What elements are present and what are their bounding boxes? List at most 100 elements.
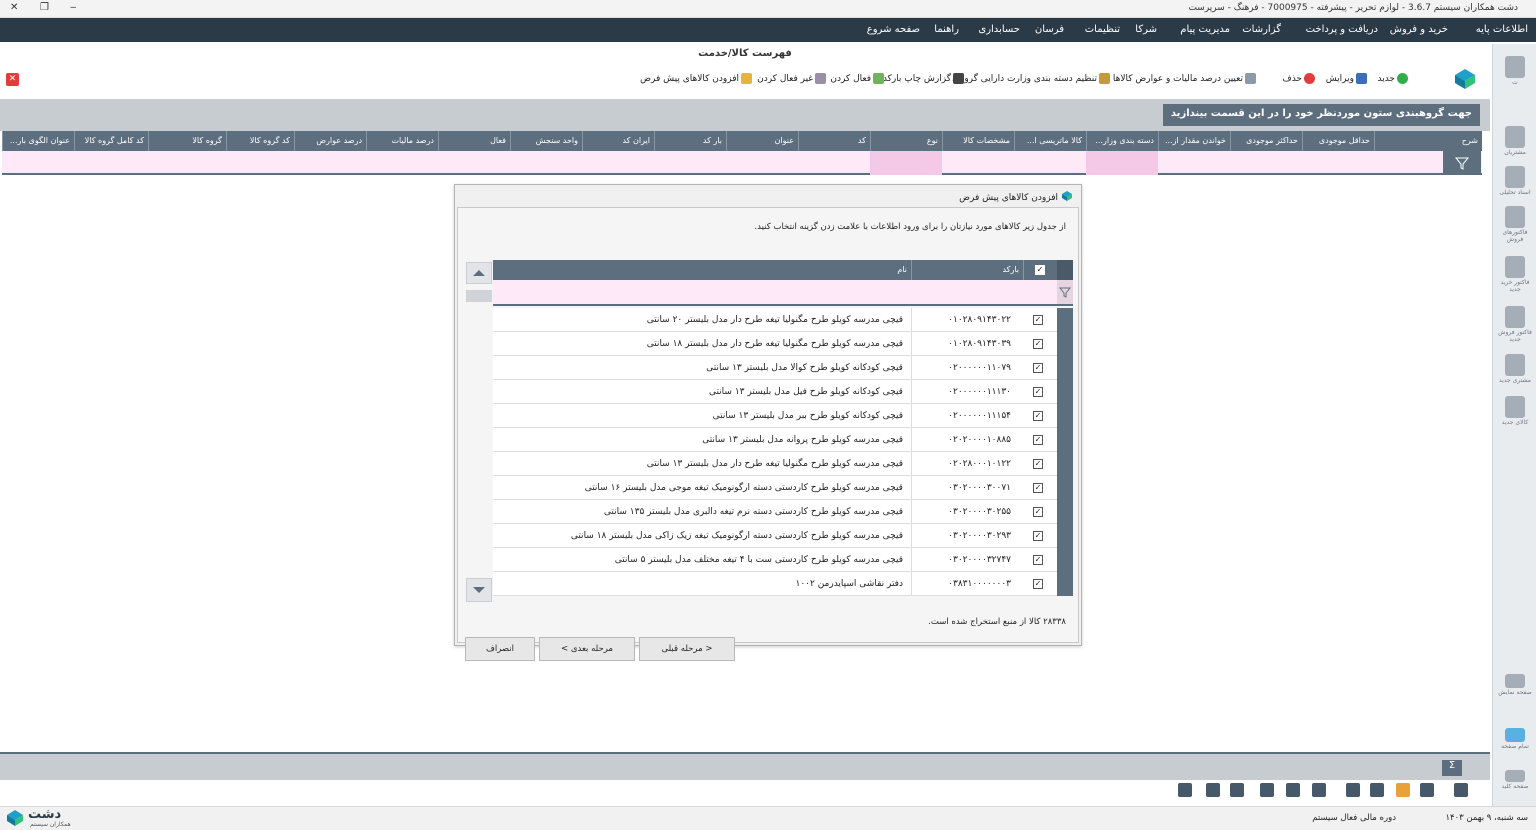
shortcut-fullscreen[interactable]: تمام صفحه <box>1497 728 1533 750</box>
delete-button[interactable]: حذف <box>1282 73 1315 84</box>
sum-tool-icon[interactable] <box>1346 783 1360 797</box>
col-max-stock[interactable]: حداکثر موجودی <box>1230 131 1302 151</box>
row-checkbox[interactable]: ✓ <box>1033 507 1043 517</box>
scroll-up-button[interactable] <box>466 262 492 284</box>
col-specs[interactable]: مشخصات کالا <box>942 131 1014 151</box>
list-item[interactable]: ✓ ۰۳۰۲۰۰۰۰۳۰۲۹۳ قیچی مدرسه کویلو طرح کاردس… <box>493 524 1073 548</box>
col-ministry-cat[interactable]: دسته بندی وزار... <box>1086 131 1158 151</box>
edit-button[interactable]: ویرایش <box>1326 73 1367 84</box>
col-min-stock[interactable]: حداقل موجودی <box>1302 131 1374 151</box>
scroll-thumb[interactable] <box>466 290 492 302</box>
shortcut-new-good[interactable]: کالای جدید <box>1497 396 1533 426</box>
export-icon[interactable] <box>1178 783 1192 797</box>
restore-window-icon[interactable]: ❐ <box>40 2 49 13</box>
fit-columns-icon[interactable] <box>1260 783 1274 797</box>
menu-help[interactable]: راهنما <box>934 24 959 35</box>
sum-icon[interactable]: Σ <box>1442 760 1462 776</box>
col-tax-percent[interactable]: درصد مالیات <box>366 131 438 151</box>
menu-receive-pay[interactable]: دریافت و پرداخت <box>1306 24 1378 35</box>
new-button[interactable]: جدید <box>1377 73 1408 84</box>
list-item[interactable]: ✓ ۰۱۰۲۸۰۹۱۴۳۰۳۹ قیچی مدرسه کویلو طرح مگنول… <box>493 332 1073 356</box>
filter-tool-icon[interactable] <box>1396 783 1410 797</box>
shortcut-customers[interactable]: مشتریان <box>1497 126 1533 156</box>
menu-buy-sell[interactable]: خرید و فروش <box>1390 24 1448 35</box>
ministry-category-button[interactable]: تنظیم دسته بندی وزارت دارایی گروهی <box>952 73 1110 84</box>
col-unit[interactable]: واحد سنجش <box>510 131 582 151</box>
row-checkbox[interactable]: ✓ <box>1033 483 1043 493</box>
menu-start-page[interactable]: صفحه شروع <box>867 24 920 35</box>
row-checkbox[interactable]: ✓ <box>1033 363 1043 373</box>
col-group[interactable]: گروه کالا <box>148 131 226 151</box>
deactivate-button[interactable]: غیر فعال کردن <box>757 73 826 84</box>
close-tab-icon[interactable]: ✕ <box>6 73 19 86</box>
col-duty-percent[interactable]: درصد عوارض <box>294 131 366 151</box>
grid-filter-row[interactable] <box>2 151 1482 175</box>
shortcut-analytics[interactable]: اسناد تحلیلی <box>1497 166 1533 196</box>
menu-accounting[interactable]: حسابداری <box>978 24 1020 35</box>
row-checkbox[interactable]: ✓ <box>1033 411 1043 421</box>
copy-icon[interactable] <box>1420 783 1434 797</box>
list-item[interactable]: ✓ ۰۳۰۲۰۰۰۰۳۰۲۵۵ قیچی مدرسه کویلو طرح کاردس… <box>493 500 1073 524</box>
grid-view-icon[interactable] <box>1370 783 1384 797</box>
menu-farsan[interactable]: فرسان <box>1035 24 1064 35</box>
col-code[interactable]: کد <box>798 131 870 151</box>
list-item[interactable]: ✓ ۰۲۰۲۰۰۰۰۱۰۸۸۵ قیچی مدرسه کویلو طرح پروان… <box>493 428 1073 452</box>
menu-reports[interactable]: گزارشات <box>1242 24 1281 35</box>
columns-icon[interactable] <box>1286 783 1300 797</box>
save-icon[interactable] <box>1230 783 1244 797</box>
refresh-icon[interactable] <box>1454 783 1468 797</box>
shortcut-new-sale[interactable]: فاکتور فروش جدید <box>1497 306 1533 343</box>
col-description[interactable]: شرح <box>1374 131 1482 151</box>
col-irancode[interactable]: ایران کد <box>582 131 654 151</box>
col-title[interactable]: عنوان <box>726 131 798 151</box>
col-barcode-pattern[interactable]: عنوان الگوی بار... <box>2 131 74 151</box>
shortcut-top[interactable]: ت <box>1497 56 1533 86</box>
list-item[interactable]: ✓ ۰۳۰۲۰۰۰۰۳۲۷۴۷ قیچی مدرسه کویلو طرح کاردس… <box>493 548 1073 572</box>
print-icon[interactable] <box>1206 783 1220 797</box>
list-item[interactable]: ✓ ۰۲۰۲۸۰۰۰۱۰۱۲۲ قیچی مدرسه کویلو طرح مگنول… <box>493 452 1073 476</box>
col-matrix[interactable]: کالا ماتریسی ا... <box>1014 131 1086 151</box>
row-checkbox[interactable]: ✓ <box>1033 555 1043 565</box>
col-type[interactable]: نوع <box>870 131 942 151</box>
col-full-group-code[interactable]: کد کامل گروه کالا <box>74 131 148 151</box>
scroll-down-button[interactable] <box>466 578 492 602</box>
minimize-window-icon[interactable]: ‒ <box>70 2 76 13</box>
select-all-checkbox[interactable]: ✓ <box>1023 260 1057 280</box>
cancel-button[interactable]: انصراف <box>465 637 535 661</box>
close-window-icon[interactable]: ✕ <box>10 2 18 13</box>
row-checkbox[interactable]: ✓ <box>1033 387 1043 397</box>
activate-button[interactable]: فعال کردن <box>830 73 884 84</box>
status-fiscal[interactable]: دوره مالی فعال سیستم <box>1312 813 1396 823</box>
row-checkbox[interactable]: ✓ <box>1033 579 1043 589</box>
list-item[interactable]: ✓ ۰۳۰۲۰۰۰۰۳۰۰۷۱ قیچی مدرسه کویلو طرح کاردس… <box>493 476 1073 500</box>
col-read-qty[interactable]: خواندن مقدار از... <box>1158 131 1230 151</box>
shortcut-keyboard[interactable]: صفحه کلید <box>1497 770 1533 790</box>
menu-settings[interactable]: تنظیمات <box>1085 24 1120 35</box>
previous-step-button[interactable]: < مرحله قبلی <box>639 637 735 661</box>
col-name-header[interactable]: نام <box>493 260 911 280</box>
row-checkbox[interactable]: ✓ <box>1033 315 1043 325</box>
add-default-goods-button[interactable]: افزودن کالاهای پیش فرض <box>640 73 752 84</box>
col-group-code[interactable]: کد گروه کالا <box>226 131 294 151</box>
menu-partners[interactable]: شرکا <box>1135 24 1157 35</box>
barcode-report-button[interactable]: گزارش چاپ بارکد <box>883 73 964 84</box>
set-tax-button[interactable]: تعیین درصد مالیات و عوارض کالاها <box>1113 73 1256 84</box>
menu-basic-info[interactable]: اطلاعات پایه <box>1476 24 1528 35</box>
filter-icon[interactable] <box>1057 280 1073 304</box>
group-by-hint[interactable]: جهت گروهبندی ستون موردنظر خود را در این … <box>1162 104 1480 126</box>
menu-messages[interactable]: مدیریت پیام <box>1180 24 1230 35</box>
shortcut-display[interactable]: صفحه نمایش <box>1497 674 1533 696</box>
row-checkbox[interactable]: ✓ <box>1033 531 1043 541</box>
shortcut-sales-invoices[interactable]: فاکتورهای فروش <box>1497 206 1533 243</box>
list-item[interactable]: ✓ ۰۲۰۰۰۰۰۰۱۱۰۷۹ قیچی کودکانه کویلو طرح کوا… <box>493 356 1073 380</box>
row-checkbox[interactable]: ✓ <box>1033 459 1043 469</box>
list-item[interactable]: ✓ ۰۲۰۰۰۰۰۰۱۱۱۵۴ قیچی کودکانه کویلو طرح ببر… <box>493 404 1073 428</box>
shortcut-new-customer[interactable]: مشتری جدید <box>1497 354 1533 384</box>
list-item[interactable]: ✓ ۰۱۰۲۸۰۹۱۴۳۰۲۲ قیچی مدرسه کویلو طرح مگنول… <box>493 308 1073 332</box>
row-checkbox[interactable]: ✓ <box>1033 435 1043 445</box>
col-barcode[interactable]: بار کد <box>654 131 726 151</box>
list-filter-row[interactable] <box>493 280 1073 306</box>
col-barcode-header[interactable]: بارکد <box>911 260 1023 280</box>
filter-icon[interactable] <box>1443 151 1481 175</box>
freeze-icon[interactable] <box>1312 783 1326 797</box>
